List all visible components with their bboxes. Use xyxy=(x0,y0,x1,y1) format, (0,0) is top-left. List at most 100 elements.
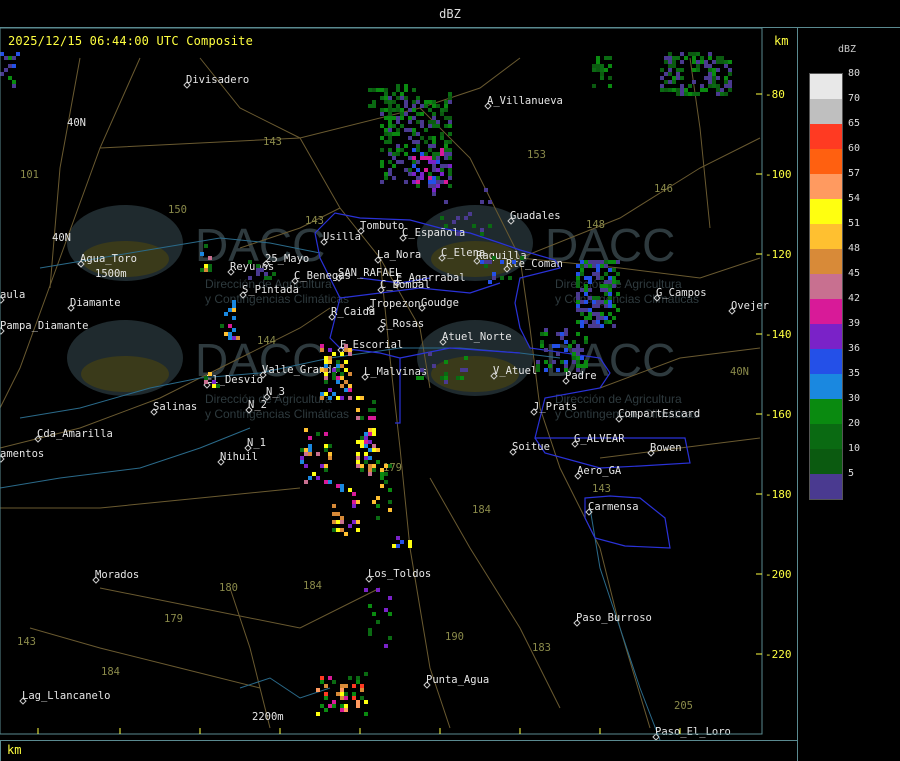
echo-pixel xyxy=(416,160,420,164)
echo-pixel xyxy=(404,88,408,92)
echo-pixel xyxy=(392,164,396,168)
echo-pixel xyxy=(388,168,392,172)
echo-pixel xyxy=(368,440,372,444)
echo-pixel xyxy=(448,96,452,100)
echo-pixel xyxy=(304,464,308,468)
echo-pixel xyxy=(708,76,712,80)
echo-pixel xyxy=(356,528,360,532)
echo-pixel xyxy=(344,708,348,712)
echo-pixel xyxy=(600,324,604,328)
echo-pixel xyxy=(392,124,396,128)
echo-pixel xyxy=(428,136,432,140)
echo-pixel xyxy=(684,88,688,92)
echo-pixel xyxy=(576,276,580,280)
echo-pixel xyxy=(612,260,616,264)
echo-pixel xyxy=(600,312,604,316)
echo-pixel xyxy=(700,60,704,64)
echo-pixel xyxy=(388,100,392,104)
echo-pixel xyxy=(332,372,336,376)
place-label: Morados xyxy=(95,569,139,581)
echo-pixel xyxy=(584,364,588,368)
radar-map[interactable]: DACCDirección de Agriculturay Contingenc… xyxy=(0,28,797,740)
echo-pixel xyxy=(432,152,436,156)
echo-pixel xyxy=(372,428,376,432)
echo-pixel xyxy=(300,456,304,460)
echo-pixel xyxy=(492,276,496,280)
echo-pixel xyxy=(388,636,392,640)
echo-pixel xyxy=(216,384,220,388)
echo-pixel xyxy=(388,464,392,468)
echo-pixel xyxy=(680,68,684,72)
echo-pixel xyxy=(580,272,584,276)
echo-pixel xyxy=(512,260,516,264)
echo-pixel xyxy=(492,256,496,260)
road-number-label: 148 xyxy=(586,219,605,231)
echo-pixel xyxy=(580,260,584,264)
echo-pixel xyxy=(320,396,324,400)
echo-pixel xyxy=(660,88,664,92)
echo-pixel xyxy=(608,280,612,284)
echo-pixel xyxy=(544,348,548,352)
echo-pixel xyxy=(708,68,712,72)
echo-pixel xyxy=(388,128,392,132)
echo-pixel xyxy=(604,288,608,292)
echo-pixel xyxy=(396,132,400,136)
place-label: J_Prats xyxy=(533,401,577,413)
echo-pixel xyxy=(356,460,360,464)
echo-pixel xyxy=(592,272,596,276)
echo-pixel xyxy=(336,692,340,696)
echo-pixel xyxy=(348,388,352,392)
echo-pixel xyxy=(608,296,612,300)
echo-pixel xyxy=(728,60,732,64)
echo-pixel xyxy=(348,524,352,528)
echo-pixel xyxy=(388,116,392,120)
echo-pixel xyxy=(588,260,592,264)
y-axis-unit: km xyxy=(774,34,789,48)
y-tick-label: -120 xyxy=(765,248,792,261)
echo-pixel xyxy=(700,88,704,92)
echo-pixel xyxy=(332,528,336,532)
echo-pixel xyxy=(396,108,400,112)
echo-pixel xyxy=(392,152,396,156)
echo-pixel xyxy=(340,528,344,532)
echo-pixel xyxy=(400,96,404,100)
echo-pixel xyxy=(444,104,448,108)
echo-pixel xyxy=(484,260,488,264)
echo-pixel xyxy=(704,88,708,92)
echo-pixel xyxy=(708,84,712,88)
echo-pixel xyxy=(488,260,492,264)
echo-pixel xyxy=(212,380,216,384)
echo-pixel xyxy=(432,120,436,124)
echo-pixel xyxy=(388,104,392,108)
echo-pixel xyxy=(328,480,332,484)
echo-pixel xyxy=(584,300,588,304)
echo-pixel xyxy=(392,544,396,548)
echo-pixel xyxy=(428,160,432,164)
echo-pixel xyxy=(604,320,608,324)
echo-pixel xyxy=(356,464,360,468)
place-label: aula xyxy=(0,289,25,301)
echo-pixel xyxy=(384,472,388,476)
echo-pixel xyxy=(440,168,444,172)
echo-pixel xyxy=(432,188,436,192)
echo-pixel xyxy=(700,56,704,60)
echo-pixel xyxy=(400,92,404,96)
echo-pixel xyxy=(448,176,452,180)
echo-pixel xyxy=(428,120,432,124)
echo-pixel xyxy=(480,232,484,236)
echo-pixel xyxy=(668,68,672,72)
x-axis-unit: km xyxy=(7,743,22,757)
echo-pixel xyxy=(332,680,336,684)
echo-pixel xyxy=(604,68,608,72)
echo-pixel xyxy=(384,88,388,92)
echo-pixel xyxy=(540,344,544,348)
echo-pixel xyxy=(420,124,424,128)
echo-pixel xyxy=(412,172,416,176)
echo-pixel xyxy=(480,200,484,204)
echo-pixel xyxy=(664,60,668,64)
echo-pixel xyxy=(428,352,432,356)
echo-pixel xyxy=(412,128,416,132)
echo-pixel xyxy=(432,184,436,188)
road-number-label: 101 xyxy=(20,169,39,181)
echo-pixel xyxy=(324,684,328,688)
